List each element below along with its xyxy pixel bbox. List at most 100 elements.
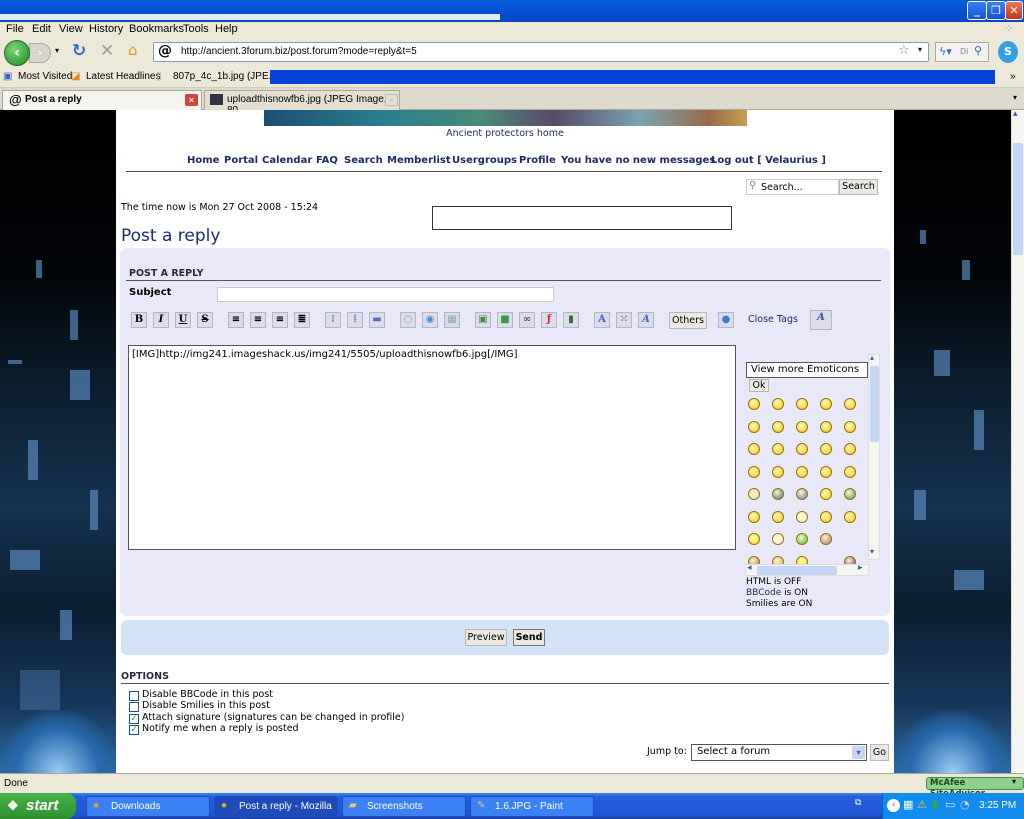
smiley-icon[interactable]: [748, 420, 760, 433]
nav-faq[interactable]: FAQ: [316, 155, 338, 166]
forum-search-input[interactable]: ⚲ Search...: [746, 179, 839, 195]
nav-messages[interactable]: You have no new messages: [561, 155, 715, 166]
forward-button[interactable]: ›: [29, 43, 51, 63]
jump-to-select[interactable]: Select a forum ▾: [691, 744, 867, 761]
smiley-icon[interactable]: [844, 443, 856, 455]
smiley-icon[interactable]: [772, 533, 784, 545]
smiley-icon[interactable]: [820, 510, 832, 523]
scroll-left-icon[interactable]: ◂: [747, 563, 752, 573]
message-textarea[interactable]: [IMG]http://img241.imageshack.us/img241/…: [128, 345, 736, 550]
image-upload-icon[interactable]: ■: [497, 312, 513, 328]
switch-editor-icon[interactable]: A: [810, 310, 832, 330]
back-button[interactable]: ‹: [4, 40, 30, 66]
forum-search-button[interactable]: Search: [839, 179, 878, 195]
nav-usergroups[interactable]: Usergroups: [452, 155, 517, 166]
smiley-icon[interactable]: [772, 510, 784, 523]
strike-button[interactable]: S: [197, 312, 213, 328]
nav-search[interactable]: Search: [344, 155, 383, 166]
smiley-icon[interactable]: [772, 398, 784, 410]
bbcode-link[interactable]: BBCode: [746, 588, 781, 598]
nav-profile[interactable]: Profile: [519, 155, 556, 166]
smiley-icon[interactable]: [748, 488, 760, 500]
nav-calendar[interactable]: Calendar: [262, 155, 312, 166]
smiley-icon[interactable]: [772, 465, 784, 478]
align-center-icon[interactable]: ≡: [250, 312, 266, 328]
horizontal-rule-icon[interactable]: ▬: [369, 312, 385, 328]
scroll-thumb[interactable]: [870, 366, 879, 442]
url-bar[interactable]: @ http://ancient.3forum.biz/post.forum?m…: [153, 42, 929, 62]
smiley-icon[interactable]: [820, 420, 832, 433]
history-dropdown-icon[interactable]: ▾: [55, 46, 59, 55]
forum-home-link[interactable]: Ancient protectors home: [116, 128, 894, 139]
color-icon[interactable]: ⁙: [616, 312, 632, 328]
smiley-icon[interactable]: [844, 465, 856, 478]
taskbar-item-downloads[interactable]: ● Downloads: [86, 796, 210, 817]
justify-icon[interactable]: ≣: [294, 312, 310, 328]
nav-memberlist[interactable]: Memberlist: [387, 155, 451, 166]
underline-button[interactable]: U: [175, 312, 191, 328]
smiley-icon[interactable]: [820, 443, 832, 455]
table-icon[interactable]: ▦: [444, 312, 460, 328]
close-tags-link[interactable]: Close Tags: [748, 314, 798, 325]
smiley-icon[interactable]: [796, 510, 808, 523]
stop-icon[interactable]: ✕: [100, 41, 114, 61]
notify-reply-checkbox[interactable]: ✓: [129, 725, 139, 735]
scroll-right-icon[interactable]: ▸: [858, 563, 863, 573]
skype-icon[interactable]: S: [998, 41, 1018, 63]
menu-tools[interactable]: Tools: [183, 23, 209, 35]
smiley-icon[interactable]: [796, 420, 808, 433]
font-icon[interactable]: A: [594, 312, 610, 328]
start-button[interactable]: ❖ start: [0, 793, 76, 819]
link-icon[interactable]: ∞: [519, 312, 535, 328]
nav-logout[interactable]: Log out [ Velaurius ]: [711, 155, 826, 166]
mcafee-dropdown[interactable]: ▾: [1012, 777, 1016, 786]
tab-post-a-reply[interactable]: @ Post a reply ×: [2, 90, 202, 110]
smiley-icon[interactable]: [748, 533, 760, 545]
network-icon[interactable]: ▦: [903, 798, 913, 811]
language-bar-icon[interactable]: ⧉: [855, 798, 861, 808]
emoticons-hscrollbar[interactable]: ◂ ▸: [745, 563, 869, 576]
minimize-button[interactable]: _: [967, 1, 987, 20]
url-dropdown-icon[interactable]: ▾: [918, 45, 922, 54]
restore-button[interactable]: ❐: [986, 1, 1006, 20]
smiley-icon[interactable]: [796, 465, 808, 478]
bookmark-most-visited[interactable]: Most Visited: [18, 71, 72, 82]
italic-button[interactable]: I: [153, 312, 169, 328]
bold-button[interactable]: B: [131, 312, 147, 328]
preview-button[interactable]: Preview: [465, 629, 507, 646]
scroll-thumb[interactable]: [1013, 143, 1023, 255]
smiley-icon[interactable]: [748, 510, 760, 523]
menu-help[interactable]: Help: [215, 23, 238, 35]
smiley-icon[interactable]: [844, 510, 856, 523]
go-button[interactable]: Go: [870, 744, 889, 761]
bookmarks-overflow-chevron[interactable]: »: [1010, 71, 1016, 82]
smiley-icon[interactable]: [820, 398, 832, 410]
others-button[interactable]: Others: [669, 312, 707, 329]
bullet-list-icon[interactable]: ⁝: [325, 312, 341, 328]
video-icon[interactable]: ▮: [563, 312, 579, 328]
chevron-down-icon[interactable]: ▾: [852, 746, 865, 759]
bookmark-807p[interactable]: 807p_4c_1b.jpg (JPE...: [173, 71, 277, 82]
smiley-icon[interactable]: [820, 533, 832, 545]
mcafee-badge[interactable]: McAfee SiteAdvisor: [926, 777, 1024, 799]
smiley-icon[interactable]: [748, 443, 760, 455]
smiley-icon[interactable]: [820, 465, 832, 478]
taskbar-item-post-a-reply[interactable]: ● Post a reply - Mozilla ...: [214, 796, 338, 819]
align-left-icon[interactable]: ≡: [228, 312, 244, 328]
help-icon[interactable]: ●: [718, 312, 734, 328]
emoticons-select[interactable]: View more Emoticons: [746, 362, 868, 378]
scroll-up-icon[interactable]: ▴: [1013, 109, 1018, 119]
code-icon[interactable]: ◉: [422, 312, 438, 328]
smiley-icon[interactable]: [820, 488, 832, 500]
menu-history[interactable]: History: [89, 23, 123, 35]
bookmark-star-icon[interactable]: ☆: [898, 43, 910, 58]
nav-home[interactable]: Home: [187, 155, 219, 166]
magnifier-icon[interactable]: ⚲: [974, 44, 982, 57]
scroll-down-icon[interactable]: ▾: [870, 547, 874, 556]
security-warning-icon[interactable]: ⚠: [917, 798, 927, 811]
nav-portal[interactable]: Portal: [224, 155, 258, 166]
smiley-icon[interactable]: [748, 398, 760, 410]
font-size-icon[interactable]: A: [638, 312, 654, 328]
search-box[interactable]: ϟ▾ Di ⚲: [935, 42, 989, 62]
tab-list-dropdown[interactable]: ▾: [1013, 93, 1017, 102]
